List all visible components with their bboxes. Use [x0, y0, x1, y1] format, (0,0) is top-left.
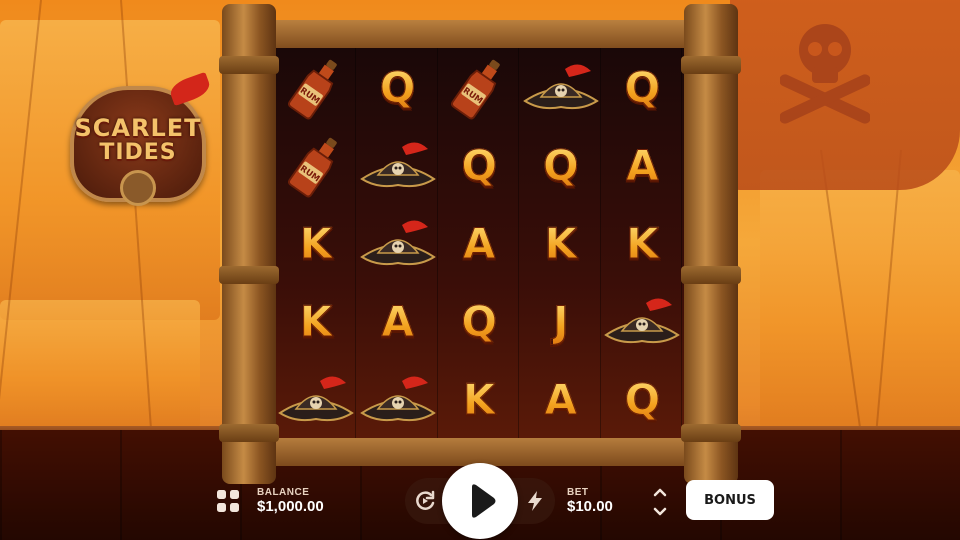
pirate-hat-symbol	[521, 48, 601, 126]
balance-value: $1,000.00	[257, 498, 324, 515]
rum-bottle-symbol: RUM	[276, 126, 356, 204]
lightning-icon	[528, 491, 542, 511]
reel-column: QAK Q	[602, 48, 683, 438]
letter-symbol: A	[602, 126, 682, 204]
pirate-hat-symbol	[276, 360, 356, 438]
rum-bottle-symbol: RUM	[276, 48, 356, 126]
letter-symbol: A	[521, 360, 601, 438]
pirate-hat-symbol	[358, 204, 438, 282]
frame-bottom-beam	[262, 436, 698, 466]
letter-symbol-text: K	[462, 374, 496, 424]
letter-symbol: J	[521, 282, 601, 360]
letter-symbol-text: Q	[624, 62, 661, 112]
reel-column: RUM RUM KK	[276, 48, 356, 438]
compass-icon	[120, 170, 156, 206]
letter-symbol-text: K	[544, 218, 578, 268]
letter-symbol: Q	[439, 282, 519, 360]
frame-top-beam	[262, 20, 698, 50]
letter-symbol: A	[358, 282, 438, 360]
letter-symbol-text: K	[299, 218, 333, 268]
game-logo: SCARLET TIDES	[62, 71, 214, 210]
letter-symbol: K	[439, 360, 519, 438]
reel-column: RUM QAQK	[439, 48, 520, 438]
bet-value: $10.00	[567, 498, 613, 515]
letter-symbol-text: Q	[461, 140, 498, 190]
logo-title-line1: SCARLET	[74, 114, 202, 142]
letter-symbol-text: J	[552, 296, 569, 346]
pirate-hat-symbol	[358, 126, 438, 204]
grid-menu-icon[interactable]	[216, 489, 240, 513]
reel-column: QKJA	[521, 48, 601, 438]
autoplay-button[interactable]	[412, 488, 438, 514]
letter-symbol: Q	[602, 48, 682, 126]
letter-symbol-text: A	[544, 374, 578, 424]
letter-symbol-text: A	[381, 296, 415, 346]
play-icon	[472, 484, 496, 518]
letter-symbol-text: Q	[542, 140, 579, 190]
logo-title-line2: TIDES	[99, 140, 177, 165]
letter-symbol: K	[276, 282, 356, 360]
letter-symbol-text: Q	[379, 62, 416, 112]
reel-grid: RUM RUM KK Q A RUM Q A Q K Q K J A Q A K…	[276, 48, 684, 438]
background-sail	[0, 300, 200, 430]
letter-symbol: Q	[602, 360, 682, 438]
background-sail	[760, 170, 960, 430]
letter-symbol-text: Q	[624, 374, 661, 424]
letter-symbol-text: K	[299, 296, 333, 346]
letter-symbol-text: K	[626, 218, 660, 268]
bet-label: BET	[567, 487, 589, 498]
reel-column: Q A	[358, 48, 438, 438]
letter-symbol-text: Q	[461, 296, 498, 346]
spin-button[interactable]	[442, 463, 518, 539]
frame-left-pillar	[219, 4, 279, 484]
bonus-button[interactable]: BONUS	[686, 480, 774, 520]
pirate-hat-symbol	[602, 282, 682, 360]
letter-symbol-text: A	[626, 140, 660, 190]
rum-bottle-symbol: RUM	[439, 48, 519, 126]
letter-symbol: K	[521, 204, 601, 282]
chevron-up-down-icon	[653, 488, 667, 516]
letter-symbol: Q	[521, 126, 601, 204]
letter-symbol: Q	[439, 126, 519, 204]
letter-symbol: K	[276, 204, 356, 282]
letter-symbol: Q	[358, 48, 438, 126]
letter-symbol: K	[602, 204, 682, 282]
pirate-hat-symbol	[358, 360, 438, 438]
balance-label: BALANCE	[257, 487, 310, 498]
letter-symbol-text: A	[462, 218, 496, 268]
letter-symbol: A	[439, 204, 519, 282]
autoplay-icon	[416, 490, 435, 510]
skull-crossbones-icon	[780, 24, 870, 124]
frame-right-pillar	[681, 4, 741, 484]
bet-adjust-button[interactable]	[648, 485, 672, 519]
turbo-button[interactable]	[522, 488, 548, 514]
